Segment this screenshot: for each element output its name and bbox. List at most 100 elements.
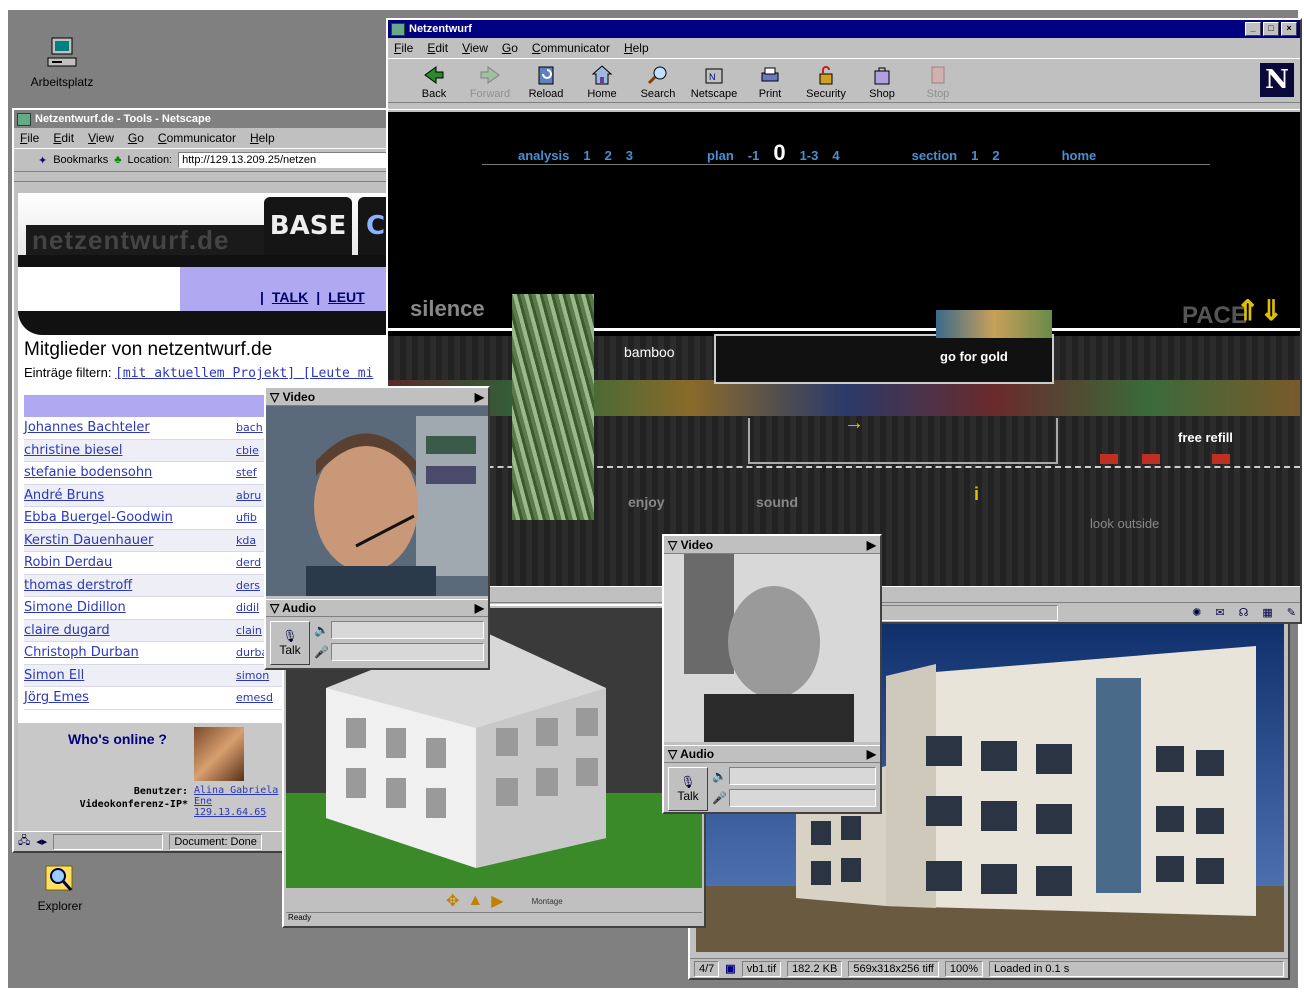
member-short[interactable]: simon (236, 669, 269, 682)
pace-arrows-icon[interactable]: ⇑⇓ (1236, 294, 1283, 327)
menu-edit[interactable]: Edit (427, 41, 448, 55)
maximize-button[interactable]: □ (1263, 22, 1279, 36)
online-user-avatar[interactable] (194, 727, 244, 781)
move-icon[interactable]: ✥ (446, 891, 459, 911)
menu-go[interactable]: Go (502, 41, 518, 55)
menu-view[interactable]: View (88, 131, 114, 145)
desktop-icon-arbeitsplatz[interactable]: Arbeitsplatz (22, 36, 102, 89)
audio-header[interactable]: ▽ Audio ▶ (664, 745, 880, 763)
nav-plan-0[interactable]: 0 (773, 140, 785, 166)
nav-analysis-3[interactable]: 3 (626, 148, 633, 163)
menu-help[interactable]: Help (250, 131, 275, 145)
shop-button[interactable]: Shop (854, 64, 910, 100)
bookmarks-button[interactable]: Bookmarks (53, 154, 108, 166)
navigator-icon[interactable]: ✺ (1192, 606, 1201, 619)
title-bar[interactable]: Netzentwurf _ □ × (388, 20, 1300, 38)
close-button[interactable]: × (1281, 22, 1297, 36)
bookmarks-icon[interactable]: ✦ (38, 154, 47, 167)
menu-help[interactable]: Help (624, 41, 649, 55)
member-name[interactable]: Christoph Durban (24, 645, 236, 660)
back-button[interactable]: Back (406, 64, 462, 100)
member-short[interactable]: emesd (236, 691, 273, 704)
mic-volume-meter[interactable] (728, 789, 876, 807)
member-short[interactable]: clain (236, 624, 262, 637)
netscape-logo[interactable]: N (1260, 63, 1294, 97)
speaker-volume-meter[interactable] (728, 767, 876, 785)
nav-analysis-2[interactable]: 2 (605, 148, 612, 163)
expand-arrow-icon[interactable]: ▶ (867, 747, 876, 761)
member-name[interactable]: Ebba Buergel-Goodwin (24, 510, 236, 525)
nav-leute[interactable]: LEUT (328, 289, 365, 305)
nav-plan-minus1[interactable]: -1 (748, 148, 760, 163)
bar-grippy[interactable] (388, 102, 1300, 110)
speaker-volume-meter[interactable] (330, 621, 484, 639)
member-short[interactable]: ders (236, 579, 260, 592)
member-short[interactable]: didil (236, 601, 259, 614)
member-name[interactable]: Johannes Bachteler (24, 420, 236, 435)
home-button[interactable]: Home (574, 64, 630, 100)
talk-button[interactable]: 🎙 Talk (270, 621, 310, 665)
talk-button[interactable]: 🎙 Talk (668, 767, 708, 811)
info-icon[interactable]: i (974, 484, 979, 505)
address-book-icon[interactable]: ▦ (1262, 606, 1272, 619)
nav-plan-1-3[interactable]: 1-3 (800, 148, 819, 163)
nav-plan[interactable]: plan (707, 148, 734, 163)
turn-icon[interactable]: ▶ (491, 891, 503, 911)
security-lock-icon[interactable]: 🖧 (18, 832, 30, 851)
member-name[interactable]: thomas derstroff (24, 578, 236, 593)
bar-grippy[interactable] (14, 172, 402, 182)
tab-base[interactable]: BASE (264, 197, 352, 255)
walk-icon[interactable]: ▲ (467, 892, 483, 910)
member-short[interactable]: abru (236, 489, 261, 502)
video-header[interactable]: ▽ Video ▶ (664, 536, 880, 554)
member-short[interactable]: ufib (236, 511, 257, 524)
expand-arrow-icon[interactable]: ▶ (867, 538, 876, 552)
nav-analysis-1[interactable]: 1 (583, 148, 590, 163)
online-ip-link[interactable]: 129.13.64.65 (194, 807, 266, 818)
menu-file[interactable]: File (394, 41, 413, 55)
member-short[interactable]: derd (236, 556, 261, 569)
yellow-arrow-icon[interactable]: → (844, 412, 864, 435)
nav-section-2[interactable]: 2 (992, 148, 999, 163)
expand-arrow-icon[interactable]: ▶ (475, 390, 484, 404)
nav-section[interactable]: section (912, 148, 958, 163)
mail-icon[interactable]: ✉ (1215, 606, 1224, 619)
menu-go[interactable]: Go (128, 131, 144, 145)
member-name[interactable]: claire dugard (24, 623, 236, 638)
security-button[interactable]: Security (798, 64, 854, 100)
netscape-button[interactable]: N Netscape (686, 64, 742, 100)
gold-image[interactable] (936, 310, 1052, 338)
member-name[interactable]: Simone Didillon (24, 600, 236, 615)
menu-communicator[interactable]: Communicator (532, 41, 610, 55)
collapse-icon[interactable]: ▽ (668, 538, 677, 552)
nav-plan-4[interactable]: 4 (832, 148, 839, 163)
member-name[interactable]: André Bruns (24, 488, 236, 503)
filter-links[interactable]: [mit aktuellem Projekt] [Leute mi (115, 366, 373, 381)
member-short[interactable]: cbie (236, 444, 259, 457)
discussion-icon[interactable]: ☊ (1239, 606, 1249, 619)
online-user-link-2[interactable]: Ene (194, 796, 212, 807)
video-header[interactable]: ▽ Video ▶ (266, 388, 488, 406)
nav-section-1[interactable]: 1 (971, 148, 978, 163)
desktop-icon-explorer[interactable]: Explorer (20, 860, 100, 913)
menu-view[interactable]: View (462, 41, 488, 55)
online-user-link[interactable]: Alina Gabriela (194, 785, 278, 796)
member-name[interactable]: Jörg Emes (24, 690, 236, 705)
bamboo-image[interactable] (512, 294, 594, 520)
minimize-button[interactable]: _ (1245, 22, 1261, 36)
member-name[interactable]: Kerstin Dauenhauer (24, 533, 236, 548)
stop-button[interactable]: Stop (910, 64, 966, 100)
menu-communicator[interactable]: Communicator (158, 131, 236, 145)
expand-arrow-icon[interactable]: ▶ (475, 601, 484, 615)
member-short[interactable]: bach (236, 421, 263, 434)
member-short[interactable]: stef (236, 466, 257, 479)
collapse-icon[interactable]: ▽ (270, 601, 279, 615)
forward-button[interactable]: Forward (462, 64, 518, 100)
audio-header[interactable]: ▽ Audio ▶ (266, 599, 488, 617)
member-name[interactable]: christine biesel (24, 443, 236, 458)
collapse-icon[interactable]: ▽ (270, 390, 279, 404)
nav-talk[interactable]: TALK (272, 289, 308, 305)
search-button[interactable]: Search (630, 64, 686, 100)
member-short[interactable]: kda (236, 534, 256, 547)
menu-file[interactable]: File (20, 131, 39, 145)
